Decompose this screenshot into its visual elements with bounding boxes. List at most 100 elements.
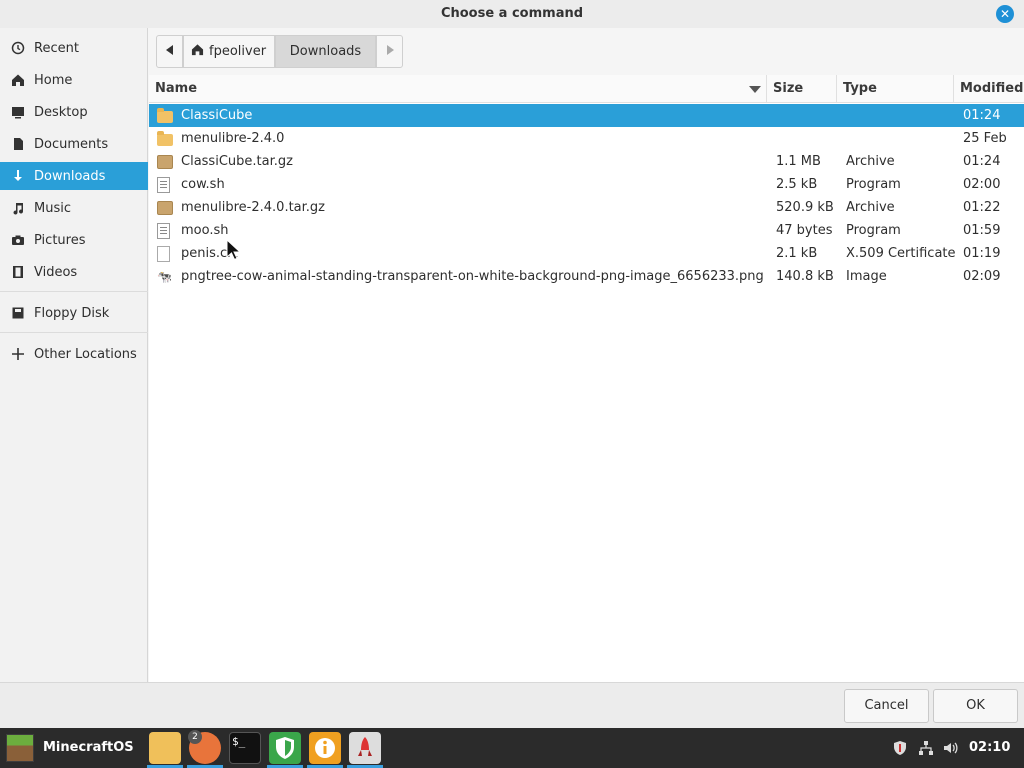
path-home-label: fpeoliver bbox=[209, 44, 267, 59]
camera-icon bbox=[10, 232, 26, 248]
folder-icon bbox=[157, 127, 173, 150]
ok-button[interactable]: OK bbox=[933, 689, 1018, 723]
volume-tray-icon[interactable] bbox=[940, 728, 962, 768]
file-type: Archive bbox=[846, 154, 895, 169]
shield-app-icon[interactable] bbox=[269, 732, 301, 764]
sidebar-item-recent[interactable]: Recent bbox=[0, 34, 148, 62]
file-name: cow.sh bbox=[181, 177, 225, 192]
file-modified: 25 Feb bbox=[963, 131, 1007, 146]
column-header-modified[interactable]: Modified bbox=[954, 75, 1024, 103]
cancel-button[interactable]: Cancel bbox=[844, 689, 929, 723]
path-forward-button[interactable] bbox=[376, 35, 403, 68]
file-row[interactable]: ClassiCube.tar.gz 1.1 MB Archive 01:24 bbox=[149, 150, 1024, 173]
os-menu-label[interactable]: MinecraftOS bbox=[43, 728, 134, 768]
home-icon bbox=[10, 72, 26, 88]
column-header-row: Name Size Type Modified bbox=[149, 75, 1024, 103]
sidebar-item-label: Floppy Disk bbox=[34, 305, 110, 321]
security-tray-icon[interactable] bbox=[889, 728, 911, 768]
path-current-button[interactable]: Downloads bbox=[275, 35, 376, 68]
clock-icon bbox=[10, 40, 26, 56]
dialog-footer: Cancel OK bbox=[0, 682, 1024, 728]
close-button[interactable]: ✕ bbox=[996, 5, 1014, 23]
music-icon bbox=[10, 200, 26, 216]
file-size: 47 bytes bbox=[776, 223, 833, 238]
sort-descending-icon bbox=[749, 86, 761, 93]
file-type: Image bbox=[846, 269, 887, 284]
file-manager-app-icon[interactable] bbox=[149, 732, 181, 764]
file-type: Program bbox=[846, 177, 901, 192]
column-header-type[interactable]: Type bbox=[837, 75, 954, 103]
file-row[interactable]: moo.sh 47 bytes Program 01:59 bbox=[149, 219, 1024, 242]
file-type bbox=[846, 127, 956, 150]
sidebar: Recent Home Desktop Documents Downloads … bbox=[0, 28, 148, 682]
terminal-app-icon[interactable]: $_ bbox=[229, 732, 261, 764]
title-bar: Choose a command ✕ bbox=[0, 0, 1024, 28]
archive-icon bbox=[157, 196, 173, 219]
file-type: Archive bbox=[846, 200, 895, 215]
sidebar-item-label: Documents bbox=[34, 136, 109, 152]
file-size: 1.1 MB bbox=[776, 154, 821, 169]
file-name: pngtree-cow-animal-standing-transparent-… bbox=[181, 269, 764, 284]
sidebar-item-floppy-disk[interactable]: Floppy Disk bbox=[0, 299, 148, 327]
certificate-icon bbox=[157, 242, 173, 265]
film-icon bbox=[10, 264, 26, 280]
file-name: ClassiCube bbox=[181, 108, 253, 123]
file-type bbox=[846, 104, 956, 127]
file-name: penis.crt bbox=[181, 246, 238, 261]
file-modified: 01:22 bbox=[963, 200, 1001, 215]
sidebar-item-home[interactable]: Home bbox=[0, 66, 148, 94]
window-count-badge: 2 bbox=[188, 730, 202, 744]
file-size bbox=[776, 127, 842, 150]
file-modified: 01:59 bbox=[963, 223, 1001, 238]
sidebar-item-downloads[interactable]: Downloads bbox=[0, 162, 148, 190]
file-name: menulibre-2.4.0.tar.gz bbox=[181, 200, 325, 215]
sidebar-item-label: Downloads bbox=[34, 168, 106, 184]
path-bar: fpeoliver Downloads bbox=[150, 28, 1024, 74]
info-app-icon[interactable] bbox=[309, 732, 341, 764]
plus-icon bbox=[10, 346, 26, 362]
network-tray-icon[interactable] bbox=[915, 728, 937, 768]
column-header-size[interactable]: Size bbox=[767, 75, 837, 103]
column-header-size-label: Size bbox=[773, 81, 804, 96]
sidebar-item-videos[interactable]: Videos bbox=[0, 258, 148, 286]
file-size bbox=[776, 104, 842, 127]
file-size: 520.9 kB bbox=[776, 200, 834, 215]
rocket-app-icon[interactable] bbox=[349, 732, 381, 764]
file-row[interactable]: 🐄 pngtree-cow-animal-standing-transparen… bbox=[149, 265, 1024, 288]
file-type: X.509 Certificate bbox=[846, 246, 956, 261]
file-row[interactable]: menulibre-2.4.0 25 Feb bbox=[149, 127, 1024, 150]
sidebar-item-documents[interactable]: Documents bbox=[0, 130, 148, 158]
column-header-type-label: Type bbox=[843, 81, 877, 96]
file-row[interactable]: cow.sh 2.5 kB Program 02:00 bbox=[149, 173, 1024, 196]
close-icon: ✕ bbox=[999, 7, 1011, 21]
home-icon bbox=[191, 43, 204, 60]
column-header-modified-label: Modified bbox=[960, 81, 1024, 96]
clock[interactable]: 02:10 bbox=[969, 728, 1010, 768]
file-row[interactable]: penis.crt 2.1 kB X.509 Certificate 01:19 bbox=[149, 242, 1024, 265]
desktop-icon bbox=[10, 104, 26, 120]
file-modified: 01:24 bbox=[963, 108, 1001, 123]
image-file-icon: 🐄 bbox=[157, 269, 172, 284]
file-row[interactable]: menulibre-2.4.0.tar.gz 520.9 kB Archive … bbox=[149, 196, 1024, 219]
sidebar-item-label: Home bbox=[34, 72, 73, 88]
sidebar-item-label: Other Locations bbox=[34, 346, 137, 362]
archive-icon bbox=[157, 150, 173, 173]
document-icon bbox=[10, 136, 26, 152]
sidebar-item-pictures[interactable]: Pictures bbox=[0, 226, 148, 254]
drive-icon bbox=[10, 305, 26, 321]
folder-icon bbox=[157, 104, 173, 127]
file-size: 2.1 kB bbox=[776, 246, 818, 261]
sidebar-separator bbox=[0, 291, 148, 292]
column-header-name[interactable]: Name bbox=[149, 75, 767, 103]
sidebar-item-desktop[interactable]: Desktop bbox=[0, 98, 148, 126]
taskbar: MinecraftOS 2 $_ 02:10 bbox=[0, 728, 1024, 768]
sidebar-item-label: Desktop bbox=[34, 104, 88, 120]
path-home-button[interactable]: fpeoliver bbox=[183, 35, 275, 68]
path-back-button[interactable] bbox=[156, 35, 183, 68]
sidebar-item-other-locations[interactable]: Other Locations bbox=[0, 340, 148, 368]
file-row[interactable]: ClassiCube 01:24 bbox=[149, 104, 1024, 127]
minecraft-logo-icon[interactable] bbox=[6, 734, 34, 762]
file-type: Program bbox=[846, 223, 901, 238]
sidebar-item-music[interactable]: Music bbox=[0, 194, 148, 222]
sidebar-item-label: Pictures bbox=[34, 232, 86, 248]
